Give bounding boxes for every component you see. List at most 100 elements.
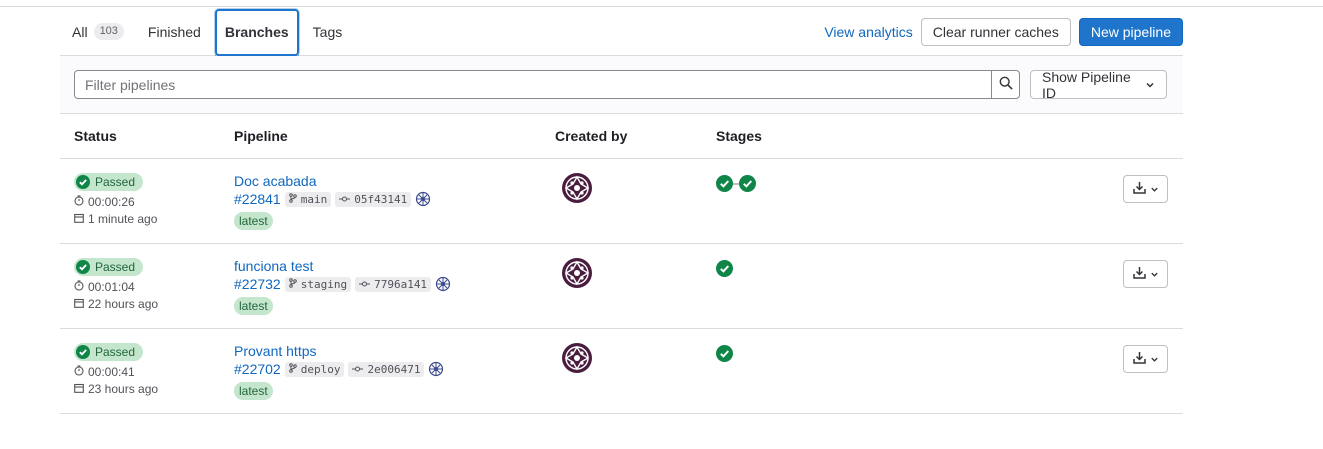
clear-runner-caches-button[interactable]: Clear runner caches	[920, 18, 1071, 46]
status-label: Passed	[95, 345, 136, 359]
status-badge[interactable]: Passed	[74, 258, 144, 276]
check-circle-icon	[76, 175, 90, 189]
download-artifacts-button[interactable]	[1123, 175, 1168, 203]
scope-tabs: All 103 Finished Branches Tags	[60, 7, 354, 56]
branch-ref[interactable]: staging	[284, 276, 352, 292]
stage-status-icon[interactable]	[716, 260, 733, 277]
header-actions: View analytics Clear runner caches New p…	[824, 18, 1183, 46]
branch-ref[interactable]: main	[284, 191, 332, 207]
stage-status-icon[interactable]	[716, 175, 733, 192]
branch-name: main	[300, 192, 328, 206]
latest-badge: latest	[234, 297, 273, 315]
chevron-down-icon	[1148, 351, 1161, 367]
table-header: Status Pipeline Created by Stages	[60, 114, 1183, 159]
download-artifacts-button[interactable]	[1123, 260, 1168, 288]
search-icon	[999, 76, 1013, 93]
pipeline-cell: Provant https #22702 deploy 2e006471 lat…	[234, 343, 445, 400]
commit-author-avatar[interactable]	[415, 191, 432, 207]
finished-at: 23 hours ago	[74, 381, 158, 396]
tabs-bar: All 103 Finished Branches Tags View anal…	[60, 7, 1183, 56]
tab-tags[interactable]: Tags	[301, 7, 355, 56]
pipeline-id-link[interactable]: #22702	[234, 361, 281, 377]
tab-all[interactable]: All 103	[60, 7, 136, 56]
download-icon	[1131, 181, 1148, 197]
new-pipeline-button[interactable]: New pipeline	[1078, 18, 1183, 46]
finished-value: 22 hours ago	[88, 296, 159, 311]
pipeline-info: #22841 main 05f43141	[234, 191, 432, 207]
commit-sha: 05f43141	[354, 192, 408, 206]
show-pipeline-id-dropdown[interactable]: Show Pipeline ID	[1030, 68, 1167, 101]
status-cell: Passed 00:01:04 22 hours ago	[74, 258, 158, 311]
timer-icon	[74, 279, 88, 294]
stage-status-icon[interactable]	[716, 345, 733, 362]
latest-badge: latest	[234, 212, 273, 230]
status-label: Passed	[95, 260, 136, 274]
download-artifacts-button[interactable]	[1123, 345, 1168, 373]
pipeline-info: #22732 staging 7796a141	[234, 276, 452, 292]
tab-label: Tags	[312, 23, 343, 40]
pipeline-title-link[interactable]: Provant https	[234, 343, 444, 359]
tab-label: Branches	[224, 23, 289, 40]
header-status: Status	[74, 128, 117, 144]
view-analytics-link[interactable]: View analytics	[824, 24, 912, 40]
finished-value: 1 minute ago	[88, 211, 158, 226]
creator-avatar[interactable]	[562, 343, 592, 376]
table-row: Passed 00:01:04 22 hours ago funciona te…	[60, 244, 1183, 329]
duration-value: 00:00:26	[88, 194, 135, 209]
branch-icon	[288, 277, 301, 291]
pipeline-title-link[interactable]: Doc acabada	[234, 173, 431, 189]
branch-name: deploy	[300, 362, 341, 376]
commit-author-avatar[interactable]	[428, 361, 445, 377]
pipeline-id-link[interactable]: #22841	[234, 191, 281, 207]
download-icon	[1131, 351, 1148, 367]
duration-value: 00:00:41	[88, 364, 135, 379]
table-row: Passed 00:00:41 23 hours ago Provant htt…	[60, 329, 1183, 414]
filter-pipelines-input[interactable]	[75, 71, 991, 98]
tab-count-badge: 103	[93, 23, 124, 40]
finished-value: 23 hours ago	[88, 381, 159, 396]
tab-label: Finished	[147, 23, 201, 40]
calendar-icon	[74, 382, 88, 396]
commit-ref[interactable]: 2e006471	[348, 361, 425, 377]
tab-branches[interactable]: Branches	[213, 7, 301, 56]
pipeline-cell: Doc acabada #22841 main 05f43141 latest	[234, 173, 432, 230]
check-circle-icon	[76, 345, 90, 359]
status-cell: Passed 00:00:26 1 minute ago	[74, 173, 157, 226]
header-created-by: Created by	[555, 128, 628, 144]
status-badge[interactable]: Passed	[74, 173, 144, 191]
search-button[interactable]	[991, 71, 1019, 98]
commit-icon	[339, 193, 354, 206]
tab-finished[interactable]: Finished	[136, 7, 213, 56]
creator-avatar[interactable]	[562, 173, 592, 206]
commit-ref[interactable]: 7796a141	[355, 276, 432, 292]
pipeline-id-link[interactable]: #22732	[234, 276, 281, 292]
stage-status-icon[interactable]	[739, 175, 756, 192]
status-cell: Passed 00:00:41 23 hours ago	[74, 343, 158, 396]
branch-ref[interactable]: deploy	[284, 361, 345, 377]
branch-name: staging	[300, 277, 348, 291]
calendar-icon	[74, 212, 88, 226]
pipeline-cell: funciona test #22732 staging 7796a141 la…	[234, 258, 452, 315]
status-label: Passed	[95, 175, 136, 189]
finished-at: 22 hours ago	[74, 296, 158, 311]
duration: 00:01:04	[74, 279, 158, 294]
commit-author-avatar[interactable]	[435, 276, 452, 292]
header-pipeline: Pipeline	[234, 128, 288, 144]
commit-icon	[359, 278, 374, 291]
branch-icon	[288, 192, 301, 206]
status-badge[interactable]: Passed	[74, 343, 144, 361]
commit-sha: 2e006471	[367, 362, 421, 376]
commit-ref[interactable]: 05f43141	[335, 191, 412, 207]
timer-icon	[74, 194, 88, 209]
commit-sha: 7796a141	[374, 277, 428, 291]
creator-avatar[interactable]	[562, 258, 592, 291]
pipeline-title-link[interactable]: funciona test	[234, 258, 451, 274]
stages-cell	[716, 345, 733, 362]
timer-icon	[74, 364, 88, 379]
branch-icon	[288, 362, 301, 376]
dropdown-label: Show Pipeline ID	[1042, 68, 1131, 101]
header-stages: Stages	[716, 128, 762, 144]
chevron-down-icon	[1148, 181, 1161, 197]
pipeline-info: #22702 deploy 2e006471	[234, 361, 445, 377]
tab-label: All	[72, 23, 88, 40]
